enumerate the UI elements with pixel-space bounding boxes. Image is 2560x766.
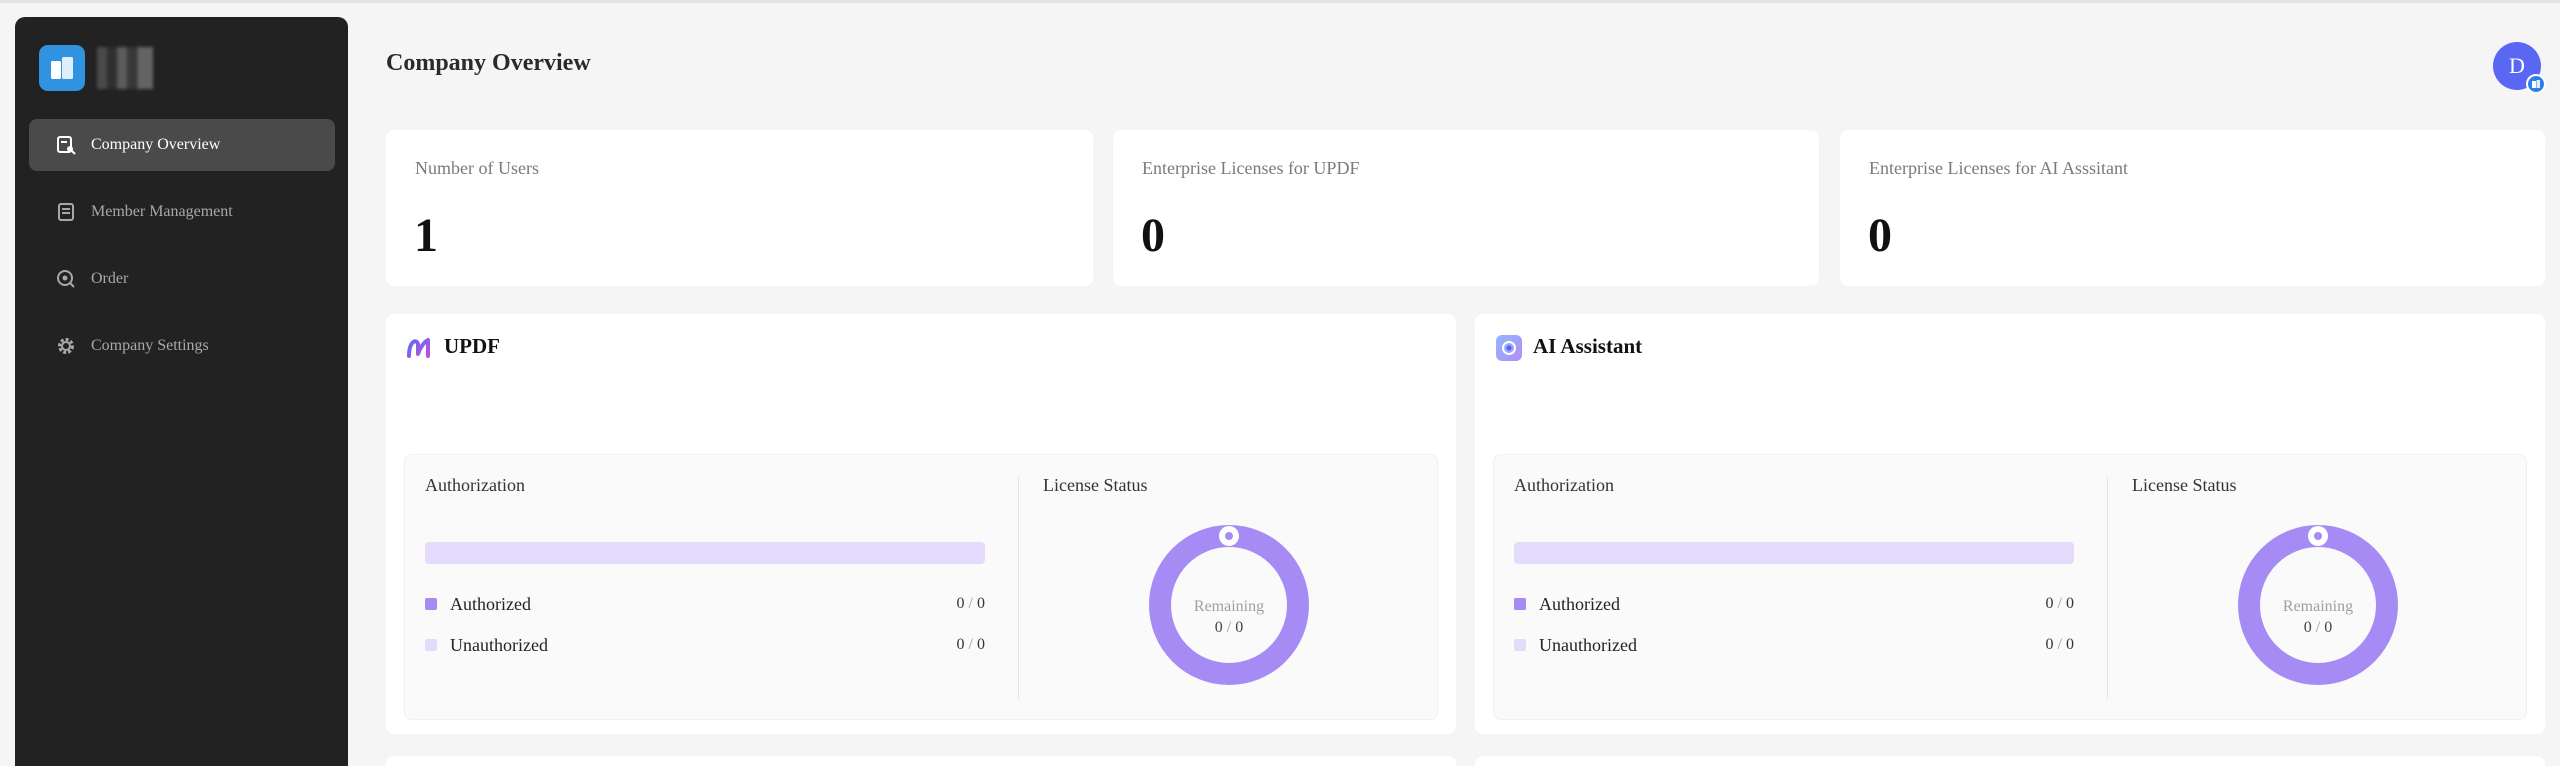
legend-swatch xyxy=(1514,639,1526,651)
next-card-partial xyxy=(1475,756,2545,766)
donut-remaining-label: Remaining xyxy=(2282,598,2354,615)
building-icon xyxy=(51,57,73,79)
section-divider xyxy=(1018,477,1019,699)
top-border xyxy=(0,0,2560,3)
license-status-title: License Status xyxy=(1043,475,1148,495)
license-summary: Authorization Authorized 0 / 0 Unauthori… xyxy=(1493,454,2527,720)
legend-authorized: Authorized 0 / 0 xyxy=(1514,593,2074,615)
sidebar-nav: Company Overview Member Management Order… xyxy=(29,119,335,387)
product-panel-ai-assistant: AI Assistant Authorization Authorized 0 … xyxy=(1475,314,2545,734)
authorization-progress-bar xyxy=(425,542,985,564)
gear-icon xyxy=(55,335,77,357)
sidebar: Company Overview Member Management Order… xyxy=(15,17,348,766)
sidebar-item-label: Member Management xyxy=(91,203,233,220)
donut-remaining-value: 0 / 0 xyxy=(2303,619,2333,636)
building-badge-icon xyxy=(2526,74,2546,94)
ai-assistant-logo-icon xyxy=(1496,335,1522,361)
avatar-letter: D xyxy=(2509,53,2525,78)
overview-icon xyxy=(55,134,77,156)
section-divider xyxy=(2107,477,2108,699)
stat-value: 0 xyxy=(1868,209,1892,262)
product-panel-updf: UPDF Authorization Authorized 0 / 0 Unau… xyxy=(386,314,1456,734)
stat-label: Enterprise Licenses for UPDF xyxy=(1142,158,1360,178)
product-title: AI Assistant xyxy=(1533,334,1643,358)
legend-authorized: Authorized 0 / 0 xyxy=(425,593,985,615)
stat-card-ai-licenses: Enterprise Licenses for AI Asssitant 0 xyxy=(1840,130,2545,286)
company-logo[interactable] xyxy=(39,45,85,91)
stat-label: Enterprise Licenses for AI Asssitant xyxy=(1869,158,2128,178)
page-title: Company Overview xyxy=(386,50,591,76)
stat-card-updf-licenses: Enterprise Licenses for UPDF 0 xyxy=(1113,130,1819,286)
next-card-partial xyxy=(386,756,1456,766)
legend-count: 0 / 0 xyxy=(956,595,985,612)
updf-logo-icon xyxy=(407,338,430,358)
legend-unauthorized: Unauthorized 0 / 0 xyxy=(1514,634,2074,656)
stat-label: Number of Users xyxy=(415,158,539,178)
license-summary: Authorization Authorized 0 / 0 Unauthori… xyxy=(404,454,1438,720)
legend-unauthorized: Unauthorized 0 / 0 xyxy=(425,634,985,656)
legend-label: Unauthorized xyxy=(1539,634,1637,655)
legend-count: 0 / 0 xyxy=(2045,595,2074,612)
authorization-title: Authorization xyxy=(425,475,525,495)
product-title: UPDF xyxy=(444,334,500,358)
stat-value: 0 xyxy=(1141,209,1165,262)
legend-count: 0 / 0 xyxy=(2045,636,2074,653)
sidebar-item-company-overview[interactable]: Company Overview xyxy=(29,119,335,171)
sidebar-item-order[interactable]: Order xyxy=(29,253,335,305)
order-icon xyxy=(55,268,77,290)
authorization-progress-bar xyxy=(1514,542,2074,564)
sidebar-item-company-settings[interactable]: Company Settings xyxy=(29,320,335,372)
sidebar-item-member-management[interactable]: Member Management xyxy=(29,186,335,238)
stat-value: 1 xyxy=(414,209,438,262)
donut-remaining-label: Remaining xyxy=(1193,598,1265,615)
legend-label: Authorized xyxy=(1539,593,1620,614)
company-name-redacted xyxy=(97,47,153,89)
donut-remaining-value: 0 / 0 xyxy=(1214,619,1244,636)
legend-count: 0 / 0 xyxy=(956,636,985,653)
sidebar-item-label: Company Overview xyxy=(91,136,221,153)
sidebar-item-label: Order xyxy=(91,270,129,287)
legend-label: Authorized xyxy=(450,593,531,614)
legend-swatch xyxy=(425,639,437,651)
member-icon xyxy=(55,201,77,223)
legend-label: Unauthorized xyxy=(450,634,548,655)
sidebar-item-label: Company Settings xyxy=(91,337,209,354)
stat-card-users: Number of Users 1 xyxy=(386,130,1093,286)
legend-swatch xyxy=(425,598,437,610)
legend-swatch xyxy=(1514,598,1526,610)
authorization-title: Authorization xyxy=(1514,475,1614,495)
license-status-title: License Status xyxy=(2132,475,2237,495)
